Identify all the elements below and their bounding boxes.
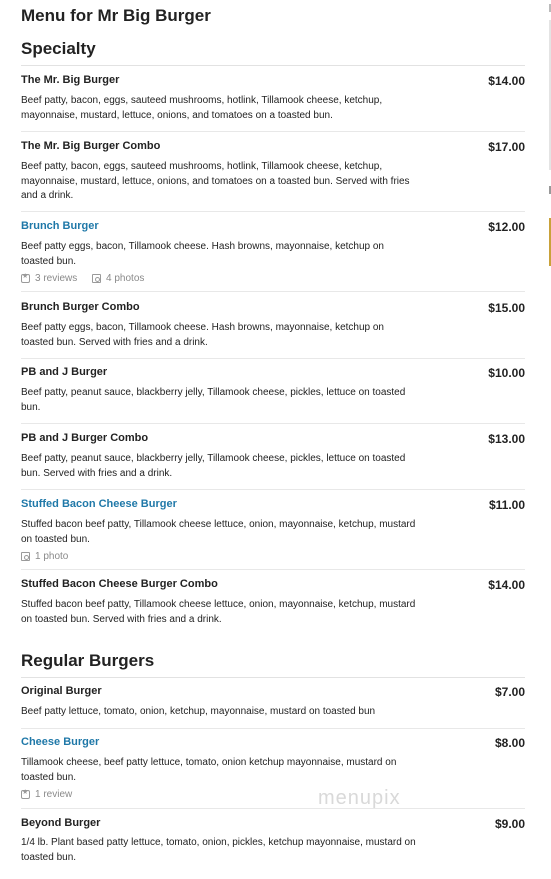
item-price: $11.00 (488, 498, 525, 512)
item-description: Beef patty, peanut sauce, blackberry jel… (21, 453, 406, 479)
right-sidebar-edge (545, 0, 551, 879)
item-price: $14.00 (488, 74, 525, 88)
item-price: $12.00 (488, 220, 525, 234)
reviews-link[interactable]: 3 reviews (21, 272, 78, 284)
section-title-regular-burgers: Regular Burgers (21, 651, 155, 670)
item-meta: 3 reviews 4 photos (21, 272, 156, 286)
section-divider (21, 65, 525, 66)
item-divider (21, 291, 525, 292)
item-description: Beef patty lettuce, tomato, onion, ketch… (21, 706, 376, 717)
photos-link[interactable]: 4 photos (92, 273, 144, 284)
item-name: PB and J Burger (21, 366, 108, 378)
item-divider (21, 808, 525, 809)
review-star-icon (21, 788, 30, 799)
item-divider (21, 131, 525, 132)
item-price: $17.00 (488, 140, 525, 154)
review-star-icon (21, 272, 30, 283)
reviews-count: 3 reviews (35, 273, 78, 284)
item-price: $10.00 (488, 366, 525, 380)
item-name: The Mr. Big Burger (21, 74, 120, 86)
item-meta: 1 review (21, 788, 84, 802)
item-name: PB and J Burger Combo (21, 432, 149, 444)
menupix-watermark: menupix (318, 787, 401, 809)
item-divider (21, 211, 525, 212)
item-description: Stuffed bacon beef patty, Tillamook chee… (21, 599, 416, 625)
item-description: Beef patty, bacon, eggs, sauteed mushroo… (21, 95, 383, 121)
photos-link[interactable]: 1 photo (21, 551, 68, 562)
item-divider (21, 358, 525, 359)
page-title: Menu for Mr Big Burger (21, 6, 211, 25)
section-divider (21, 677, 525, 678)
item-name: Brunch Burger Combo (21, 301, 140, 313)
item-price: $7.00 (494, 685, 525, 699)
item-description: Beef patty eggs, bacon, Tillamook cheese… (21, 241, 384, 267)
item-divider (21, 423, 525, 424)
item-description: Beef patty, bacon, eggs, sauteed mushroo… (21, 161, 410, 201)
item-name: Beyond Burger (21, 817, 101, 829)
item-name: The Mr. Big Burger Combo (21, 140, 161, 152)
item-name-link[interactable]: Cheese Burger (21, 736, 99, 748)
camera-icon (92, 274, 102, 283)
photos-count: 1 photo (35, 551, 69, 562)
item-name: Stuffed Bacon Cheese Burger Combo (21, 578, 218, 590)
item-price: $8.00 (494, 736, 525, 750)
item-divider (21, 489, 525, 490)
item-price: $9.00 (494, 817, 525, 831)
item-name-link[interactable]: Brunch Burger (21, 220, 99, 232)
reviews-count: 1 review (35, 789, 73, 800)
item-description: Tillamook cheese, beef patty lettuce, to… (21, 757, 397, 783)
item-price: $13.00 (488, 432, 525, 446)
photos-count: 4 photos (106, 273, 145, 284)
item-price: $14.00 (488, 578, 525, 592)
item-name-link[interactable]: Stuffed Bacon Cheese Burger (21, 498, 177, 510)
item-divider (21, 728, 525, 729)
camera-icon (21, 552, 30, 561)
item-description: Stuffed bacon beef patty, Tillamook chee… (21, 519, 416, 545)
item-meta: 1 photo (21, 551, 80, 564)
reviews-link[interactable]: 1 review (21, 788, 73, 800)
item-description: 1/4 lb. Plant based patty lettuce, tomat… (21, 837, 416, 863)
item-name: Original Burger (21, 685, 102, 697)
item-price: $15.00 (488, 301, 525, 315)
item-description: Beef patty eggs, bacon, Tillamook cheese… (21, 322, 384, 348)
item-divider (21, 569, 525, 570)
item-description: Beef patty, peanut sauce, blackberry jel… (21, 387, 406, 413)
section-title-specialty: Specialty (21, 39, 96, 58)
